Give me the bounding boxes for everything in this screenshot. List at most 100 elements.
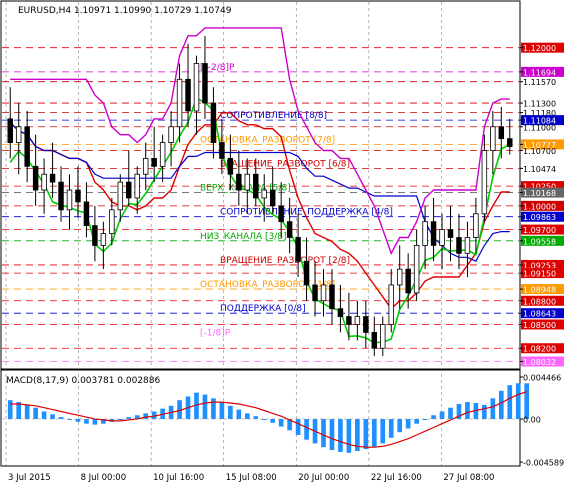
candle-body	[320, 284, 327, 302]
macd-histogram-bar	[143, 413, 149, 419]
candle-body	[439, 229, 445, 246]
candle-body	[100, 233, 107, 246]
macd-histogram-bar	[304, 419, 309, 440]
macd-histogram-bar	[388, 419, 394, 438]
candle-body	[430, 221, 437, 246]
price-tag-label: 1.08643	[523, 310, 556, 319]
price-tag-label: 1.11694	[523, 68, 556, 77]
candle-body	[109, 209, 115, 234]
macd-histogram-bar	[50, 414, 55, 419]
candle-body	[253, 173, 259, 199]
candle-body	[7, 118, 13, 143]
macd-header: MACD(8,17,9) 0.003781 0.002886	[6, 376, 161, 386]
macd-histogram-bar	[24, 404, 30, 419]
candle-body	[185, 78, 191, 112]
macd-histogram-bar	[380, 419, 386, 444]
macd-histogram-bar	[524, 383, 530, 419]
candle-body	[422, 221, 428, 246]
candle-body	[405, 268, 411, 294]
candle-body	[193, 63, 200, 112]
macd-tick-label: 0.00	[523, 416, 541, 425]
candle-body	[380, 324, 386, 349]
candle-body	[363, 316, 369, 333]
time-tick-label: 20 Jul 00:00	[298, 473, 349, 483]
candle-body	[354, 316, 361, 325]
macd-histogram-bar	[363, 419, 369, 450]
candle-body	[481, 150, 488, 215]
macd-histogram-bar	[490, 398, 496, 419]
price-tag-label: 1.08032	[523, 358, 556, 367]
candle-body	[92, 225, 98, 246]
macd-histogram-bar	[84, 419, 89, 424]
candle-body	[210, 102, 217, 143]
time-tick-label: 15 Jul 08:00	[226, 473, 277, 483]
candle-body	[15, 126, 22, 143]
candle-body	[41, 173, 47, 191]
macd-histogram-bar	[244, 413, 250, 419]
macd-histogram-bar	[405, 419, 411, 429]
candle-body	[134, 173, 140, 199]
macd-histogram-bar	[236, 409, 242, 419]
macd-histogram-bar	[92, 419, 98, 425]
macd-histogram-bar	[211, 398, 216, 419]
price-tag-label: 1.09150	[523, 270, 556, 279]
candle-body	[456, 237, 462, 254]
candle-body	[58, 181, 64, 211]
candle-body	[498, 126, 505, 140]
macd-histogram-bar	[41, 411, 47, 419]
candle-body	[219, 142, 225, 159]
macd-histogram-bar	[321, 419, 326, 448]
price-tag-label: 1.08800	[523, 297, 556, 306]
time-axis: 3 Jul 2015 8 Jul 00:00 10 Jul 16:00 15 Jul …	[8, 473, 494, 483]
candle-body	[261, 189, 267, 199]
macd-histogram-bar	[7, 400, 13, 419]
candle-body	[337, 308, 344, 317]
macd-histogram-bar	[371, 419, 377, 448]
macd-histogram-bar	[75, 419, 81, 422]
candle-body	[75, 189, 81, 203]
price-tick-label: 1.11570	[523, 78, 556, 87]
macd-histogram-bar	[219, 402, 225, 419]
murrey-level-label: [-1/8]P	[200, 328, 231, 338]
macd-histogram-bar	[431, 415, 436, 419]
price-tick-label: 1.10700	[523, 147, 556, 156]
candle-body	[312, 284, 318, 302]
price-tick-label: 1.10474	[523, 165, 556, 174]
macd-histogram-bar	[346, 419, 352, 453]
macd-histogram-bar	[253, 416, 259, 419]
macd-histogram-bar	[439, 411, 445, 419]
murrey-level-label: ПОДДЕРЖКА [0/8]	[220, 304, 306, 314]
macd-histogram-bar	[295, 419, 301, 435]
macd-histogram-bar	[397, 419, 403, 433]
candle-body	[49, 173, 56, 183]
macd-histogram-bar	[448, 407, 453, 419]
price-tag-label: 1.08200	[523, 345, 556, 354]
candle-body	[168, 126, 174, 143]
candle-body	[227, 158, 234, 175]
macd-histogram-bar	[507, 385, 513, 419]
macd-histogram-bar	[482, 404, 487, 419]
candle-body	[413, 245, 420, 294]
candle-body	[396, 268, 403, 286]
candle-body	[473, 213, 479, 238]
murrey-level-label: ВРАЩЕНИЕ_РАЗВОРОТ [6/8]	[220, 159, 350, 169]
price-tag-label: 1.09863	[523, 213, 556, 222]
time-tick-label: 3 Jul 2015	[8, 473, 51, 483]
time-tick-label: 22 Jul 16:00	[371, 473, 422, 483]
candle-body	[24, 126, 30, 167]
candle-body	[66, 189, 73, 211]
symbol-header: EURUSD,H4 1.10971 1.10990 1.10729 1.1074…	[18, 6, 232, 16]
candle-body	[278, 205, 284, 223]
candle-body	[286, 221, 293, 238]
time-tick-label: 8 Jul 00:00	[81, 473, 127, 483]
candle-body	[142, 158, 149, 175]
candle-body	[244, 173, 251, 191]
candle-body	[151, 158, 157, 167]
macd-histogram-bar	[338, 419, 343, 452]
candle-body	[388, 284, 394, 325]
price-tick-label: 1.11300	[523, 100, 556, 109]
macd-histogram-bar	[465, 402, 470, 419]
macd-histogram-bar	[270, 419, 276, 423]
macd-histogram-bar	[33, 407, 38, 419]
chart-window: 1.120001.116941.115701.113001.111801.110…	[0, 0, 564, 486]
